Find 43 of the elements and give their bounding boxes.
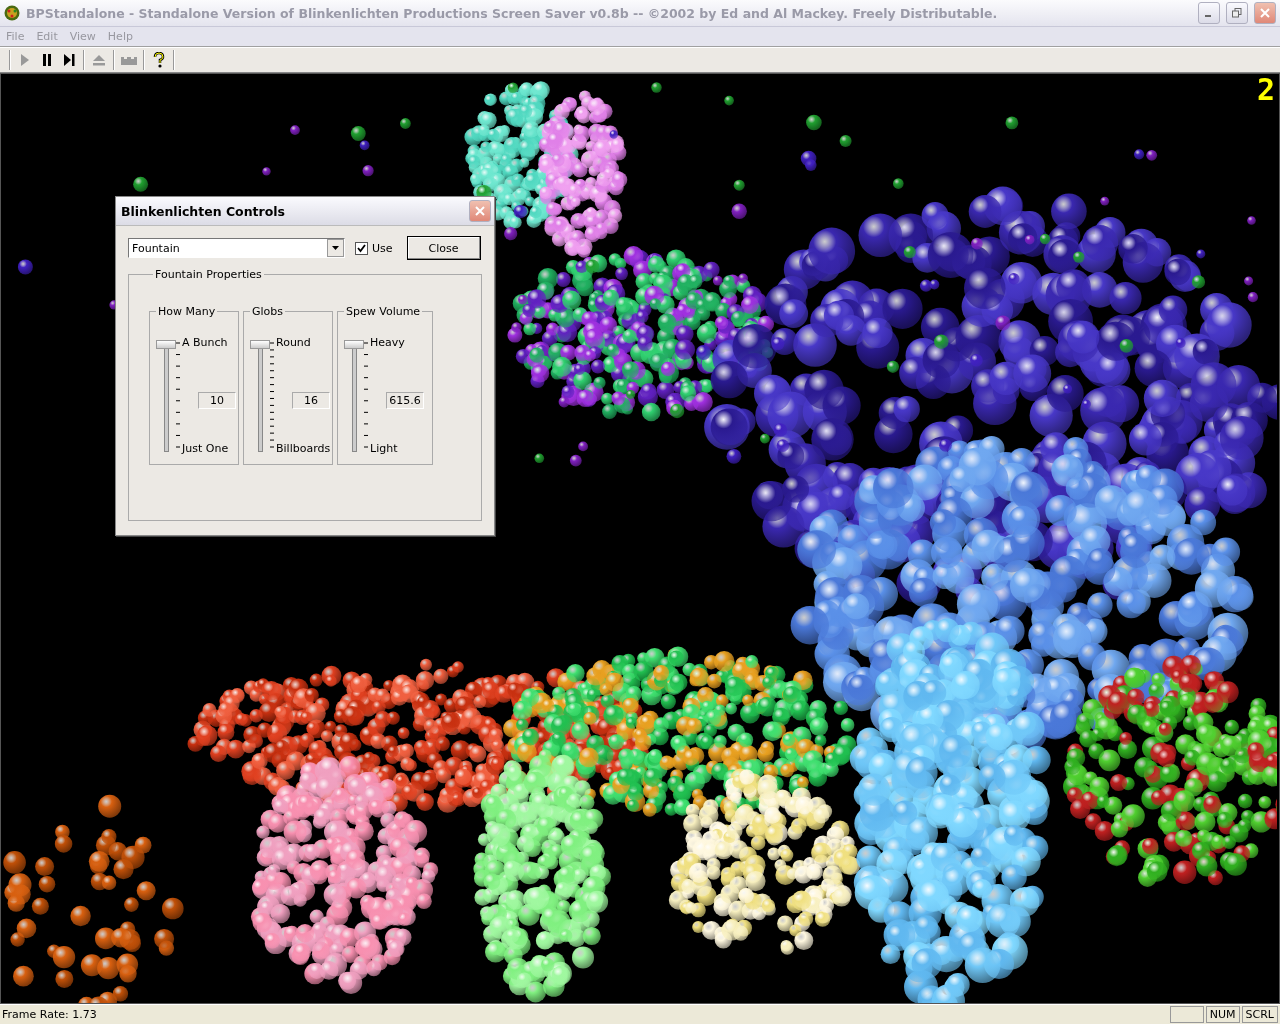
status-text: Frame Rate: 1.73 <box>1 1008 98 1021</box>
slider-title: Globs <box>251 305 285 318</box>
menu-item[interactable]: File <box>0 30 31 43</box>
slider-label: Just One <box>182 442 229 455</box>
close-dialog-button[interactable]: Close <box>406 236 481 260</box>
restore-button[interactable] <box>1226 2 1248 24</box>
use-checkbox[interactable] <box>355 241 368 255</box>
checkbox-label: Use <box>372 241 393 255</box>
slider-label: Billboards <box>276 442 331 455</box>
menu-item[interactable]: Help <box>101 30 139 43</box>
counter-text: 2 <box>1256 74 1275 106</box>
dialog-title: Blinkenlichten Controls <box>121 203 286 219</box>
status-indicator: NUM <box>1205 1006 1240 1023</box>
value-field: 16 <box>292 392 330 409</box>
close-icon <box>475 206 485 216</box>
slider-thumb[interactable] <box>344 340 364 349</box>
menu-item[interactable]: Edit <box>30 30 64 43</box>
window-title: BPStandalone - Standalone Version of Blinkenlichten Productions Screen Saver v0.8b -- ©2002 by Ed and Al Mackey. Freely Distributable. <box>26 5 999 21</box>
value-field: 615.6 <box>386 392 424 409</box>
slider-track[interactable] <box>250 340 270 452</box>
minimize-button[interactable] <box>1198 2 1220 24</box>
slider-track[interactable] <box>344 340 364 452</box>
menu-item[interactable]: View <box>63 30 102 43</box>
slider-thumb[interactable] <box>156 340 176 349</box>
restore-icon <box>1232 8 1242 18</box>
status-panel <box>1169 1006 1204 1023</box>
slider-label: Heavy <box>370 336 405 349</box>
mode-dropdown[interactable]: Fountain <box>128 238 345 258</box>
close-button[interactable] <box>469 200 491 222</box>
slider-title: How Many <box>157 305 217 318</box>
dropdown-arrow-icon <box>332 246 339 250</box>
slider-label: Round <box>276 336 311 349</box>
value-field: 10 <box>198 392 236 409</box>
close-icon <box>1260 8 1270 18</box>
group-title: Fountain Properties <box>154 268 263 281</box>
status-indicator: SCRL <box>1241 1006 1278 1023</box>
slider-title: Spew Volume <box>345 305 422 318</box>
slider-track[interactable] <box>156 340 176 452</box>
slider-label: Light <box>370 442 398 455</box>
close-button[interactable] <box>1254 2 1276 24</box>
app-logo-icon <box>4 5 20 21</box>
slider-label: A Bunch <box>182 336 228 349</box>
slider-thumb[interactable] <box>250 340 270 349</box>
